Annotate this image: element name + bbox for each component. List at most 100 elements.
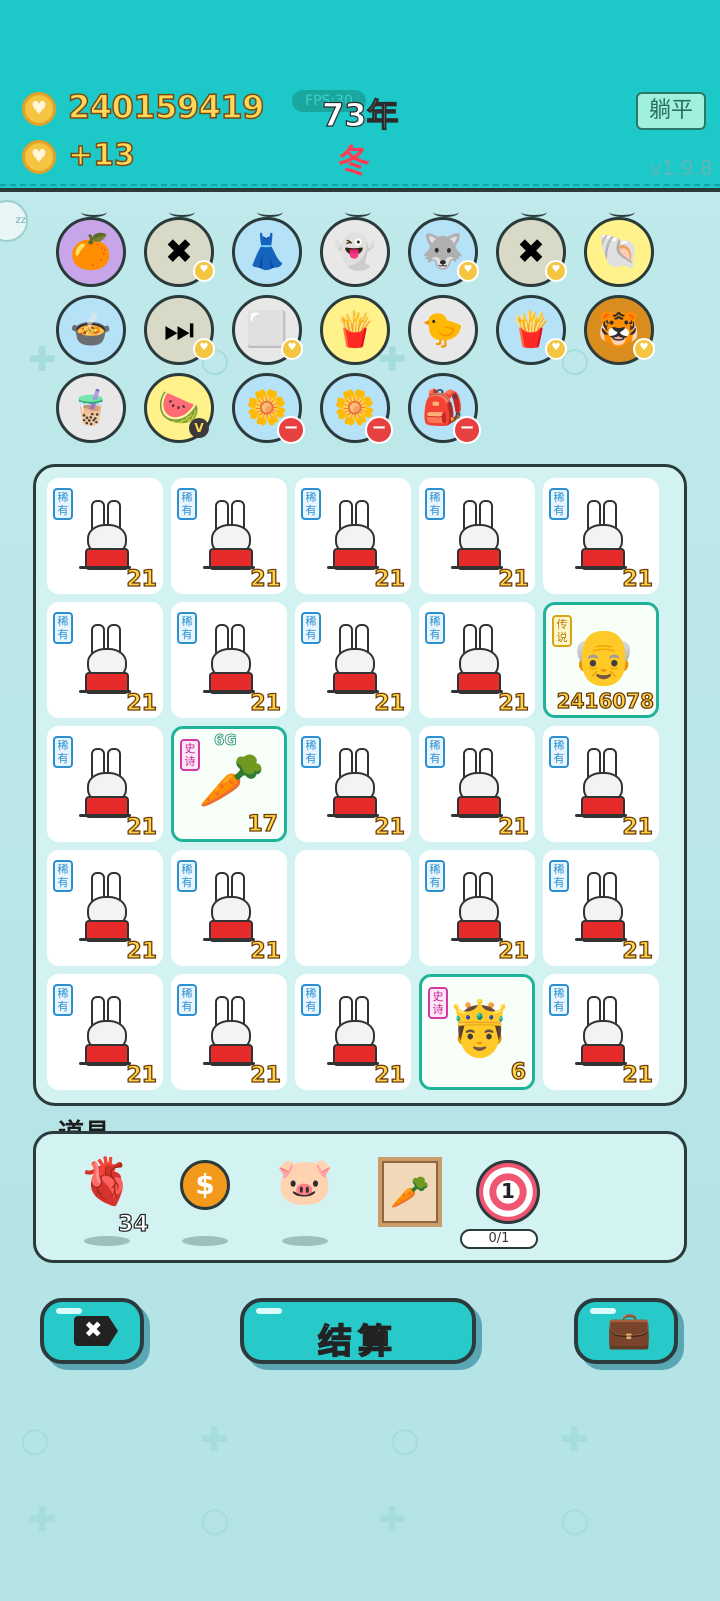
bunny-slot[interactable]: 稀有 21: [419, 478, 535, 594]
slot-value: 21: [622, 938, 654, 964]
pomelo-icon[interactable]: 🍊: [56, 215, 126, 287]
sleep-bubble[interactable]: zz: [0, 200, 28, 242]
heart-badge-icon: ♥: [545, 338, 567, 360]
rarity-tag: 稀有: [301, 984, 321, 1016]
bunny-slot[interactable]: 稀有 21: [47, 850, 163, 966]
remove-badge-icon[interactable]: −: [453, 416, 481, 444]
bunny-slot[interactable]: 稀有 21: [295, 974, 411, 1090]
target-tool[interactable]: 1: [476, 1160, 540, 1224]
remove-button[interactable]: ✖: [40, 1298, 144, 1364]
cancel-tag-icon[interactable]: ✖ ♥: [496, 215, 567, 287]
bunny-slot[interactable]: 稀有 21: [543, 478, 659, 594]
coin-tool[interactable]: $: [170, 1150, 240, 1246]
target-number: 1: [501, 1179, 515, 1203]
piggy-bank-icon: 🐷: [276, 1154, 334, 1208]
skip-icon[interactable]: ⏭ ♥: [144, 295, 215, 365]
husky-icon[interactable]: 🐺 ♥: [408, 215, 479, 287]
remove-badge-icon[interactable]: −: [365, 416, 393, 444]
carrot-frame-tool[interactable]: 🥕: [378, 1157, 442, 1227]
bag-button[interactable]: 💼: [574, 1298, 678, 1364]
bunny-slot[interactable]: 稀有 21: [171, 974, 287, 1090]
top-bar: 240159419 +13 FPS:30 73年 冬 躺平 v1.9.8: [0, 0, 720, 192]
ghost-icon[interactable]: 👻: [320, 215, 390, 287]
bunny-slot[interactable]: 稀有 21: [295, 478, 411, 594]
rarity-tag: 史诗: [428, 987, 448, 1019]
bunny-slot[interactable]: 稀有 21: [295, 726, 411, 842]
flower-pot-icon[interactable]: 🌼 −: [232, 373, 305, 444]
bunny-slot[interactable]: 稀有 21: [543, 726, 659, 842]
seed-bag-icon[interactable]: 🎒 −: [408, 373, 481, 444]
heart-badge-icon: ♥: [633, 338, 655, 360]
bunny-slot[interactable]: 稀有 21: [543, 850, 659, 966]
settle-label: 结算: [317, 1321, 398, 1363]
rarity-tag: 稀有: [549, 984, 569, 1016]
bunny-icon: [75, 500, 135, 570]
shell-icon[interactable]: 🐚: [584, 215, 654, 287]
income-counter: +13: [67, 137, 135, 174]
rarity-tag: 稀有: [53, 984, 73, 1016]
liver-icon: 🫀: [78, 1154, 136, 1208]
flower-pot-icon[interactable]: 🌼 −: [320, 373, 393, 444]
slot-value: 17: [247, 811, 279, 837]
settle-button[interactable]: 结算: [240, 1298, 476, 1364]
tiger-icon[interactable]: 🐯 ♥: [584, 295, 655, 365]
bunny-icon: [323, 500, 383, 570]
carrot-slot[interactable]: 🥕 史诗 6G 17: [171, 726, 287, 842]
heart-badge-icon: ♥: [545, 260, 567, 282]
slot-value: 21: [498, 938, 530, 964]
remove-tag-icon: ✖: [74, 1316, 118, 1346]
money-counter: 240159419: [67, 87, 265, 127]
rarity-tag: 稀有: [301, 488, 321, 520]
bunny-icon: [323, 748, 383, 818]
bunny-slot[interactable]: 稀有 21: [171, 478, 287, 594]
chick-icon[interactable]: 🐤: [408, 295, 478, 365]
fries-icon[interactable]: 🍟: [320, 295, 390, 365]
rarity-tag: 稀有: [53, 612, 73, 644]
fruit-basket-icon[interactable]: 🍉 V: [144, 373, 214, 443]
slot-value: 21: [374, 690, 406, 716]
bunny-slot[interactable]: 稀有 21: [171, 850, 287, 966]
slot-value: 21: [374, 814, 406, 840]
slot-value: 21: [250, 566, 282, 592]
rarity-tag: 稀有: [425, 612, 445, 644]
bunny-slot[interactable]: 稀有 21: [543, 974, 659, 1090]
coin-icon: [22, 140, 56, 174]
bunny-slot[interactable]: 稀有 21: [47, 726, 163, 842]
bunny-slot[interactable]: 稀有 21: [171, 602, 287, 718]
year-label: 73年: [321, 95, 399, 134]
cancel-tag-icon[interactable]: ✖ ♥: [144, 215, 215, 287]
piggy-bank-tool[interactable]: 🐷: [270, 1150, 340, 1246]
king-slot[interactable]: 🤴 史诗 6: [419, 974, 535, 1090]
bunny-slot[interactable]: 稀有 21: [419, 850, 535, 966]
slot-value: 21: [250, 938, 282, 964]
bunny-icon: [199, 500, 259, 570]
slot-value: 21: [126, 938, 158, 964]
rice-cooker-icon[interactable]: 🍲: [56, 295, 126, 365]
bunny-slot[interactable]: 稀有 21: [419, 726, 535, 842]
lie-flat-button[interactable]: 躺平: [636, 92, 706, 130]
slot-value: 6: [510, 1059, 527, 1085]
bunny-slot[interactable]: 稀有 21: [47, 974, 163, 1090]
bunny-slot[interactable]: 稀有 21: [47, 602, 163, 718]
bunny-icon: [571, 748, 631, 818]
milk-tea-icon[interactable]: 🧋: [56, 373, 126, 443]
slot-value: 21: [622, 814, 654, 840]
carrot-icon: 🥕: [390, 1173, 430, 1211]
bunny-icon: [199, 996, 259, 1066]
remove-badge-icon[interactable]: −: [277, 416, 305, 444]
oldman-slot[interactable]: 👴 传说 2416078: [543, 602, 659, 718]
slot-value: 21: [250, 690, 282, 716]
bunny-icon: [447, 500, 507, 570]
bunny-slot[interactable]: 稀有 21: [47, 478, 163, 594]
version-label: v1.9.8: [650, 156, 713, 180]
tofu-icon[interactable]: ⬜ ♥: [232, 295, 303, 365]
fries-icon[interactable]: 🍟 ♥: [496, 295, 567, 365]
empty-slot[interactable]: [295, 850, 411, 966]
liver-tool[interactable]: 🫀 34: [72, 1150, 149, 1246]
slot-value: 21: [622, 566, 654, 592]
skirt-icon[interactable]: 👗: [232, 215, 302, 287]
bunny-slot[interactable]: 稀有 21: [295, 602, 411, 718]
bunny-slot[interactable]: 稀有 21: [419, 602, 535, 718]
slot-value: 21: [126, 814, 158, 840]
rarity-tag: 稀有: [301, 736, 321, 768]
